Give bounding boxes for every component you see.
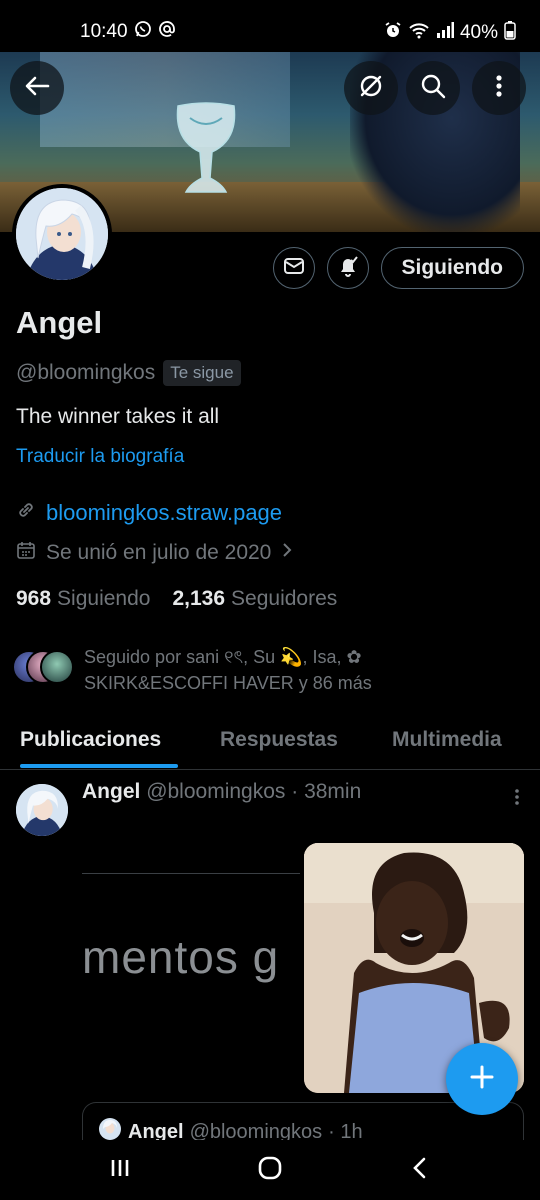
status-right-group: 40% <box>384 20 516 46</box>
chevron-right-icon <box>281 541 293 565</box>
post-more-button[interactable] <box>514 786 520 812</box>
home-icon <box>257 1155 283 1186</box>
following-stat[interactable]: 968 Siguiendo <box>16 587 150 611</box>
followed-by-avatars <box>12 650 74 684</box>
mini-avatar <box>40 650 74 684</box>
profile-handle: @bloomingkos <box>16 361 156 384</box>
post-header: Angel @bloomingkos · 38min <box>82 780 361 804</box>
tab-publicaciones[interactable]: Publicaciones <box>20 728 161 752</box>
post-author[interactable]: Angel <box>82 780 140 803</box>
status-time-group: 10:40 <box>80 20 176 44</box>
post-time: · 38min <box>291 780 362 803</box>
more-vertical-icon <box>495 74 503 103</box>
chevron-left-icon <box>411 1156 429 1185</box>
post-text: mentos g <box>82 931 280 983</box>
followers-count: 2,136 <box>172 587 226 610</box>
search-icon <box>420 73 446 104</box>
followed-by-row[interactable]: Seguido por sani ୧ৎ, Su 💫, Isa, ✿ SKIRK&… <box>12 644 504 696</box>
wifi-icon <box>408 21 430 45</box>
notifications-button[interactable] <box>326 247 369 289</box>
more-vertical-icon <box>514 786 520 811</box>
profile-avatar[interactable] <box>12 184 112 284</box>
followers-label: Seguidores <box>231 587 338 610</box>
more-options-button[interactable] <box>472 61 526 115</box>
following-count: 968 <box>16 587 52 610</box>
follows-you-badge: Te sigue <box>163 360 241 386</box>
following-label: Siguiendo <box>57 587 151 610</box>
compose-button[interactable] <box>446 1043 518 1115</box>
grok-icon <box>358 73 384 104</box>
post-divider <box>82 873 300 874</box>
android-nav-bar <box>0 1140 540 1200</box>
banner-window <box>40 52 290 147</box>
plus-icon <box>469 1064 495 1095</box>
profile-actions: Siguiendo <box>272 247 524 289</box>
joined-row[interactable]: Se unió en julio de 2020 <box>16 540 293 566</box>
bell-check-icon <box>336 254 360 283</box>
banner-glass <box>176 102 236 193</box>
status-time: 10:40 <box>80 21 128 42</box>
at-icon <box>158 20 176 44</box>
following-button[interactable]: Siguiendo <box>380 247 524 289</box>
status-bar: 10:40 40% <box>0 0 540 52</box>
calendar-icon <box>16 540 36 566</box>
recent-apps-button[interactable] <box>100 1154 140 1186</box>
followed-by-text: Seguido por sani ୧ৎ, Su 💫, Isa, ✿ SKIRK&… <box>84 647 372 693</box>
follow-stats: 968 Siguiendo 2,136 Seguidores <box>16 587 337 611</box>
active-tab-indicator <box>20 764 178 768</box>
followers-stat[interactable]: 2,136 Seguidores <box>172 587 337 611</box>
translate-bio-link[interactable]: Traducir la biografía <box>16 446 184 468</box>
search-button[interactable] <box>406 61 460 115</box>
message-button[interactable] <box>272 247 315 289</box>
tab-respuestas[interactable]: Respuestas <box>220 728 338 752</box>
profile-tabs: Publicaciones Respuestas Multimedia <box>0 712 540 770</box>
post-avatar[interactable] <box>16 784 68 836</box>
link-icon <box>16 500 36 526</box>
grok-button[interactable] <box>344 61 398 115</box>
tab-multimedia[interactable]: Multimedia <box>392 728 502 752</box>
arrow-left-icon <box>24 75 50 102</box>
profile-name: Angel <box>16 305 103 340</box>
signal-icon <box>436 22 454 44</box>
back-button[interactable] <box>10 61 64 115</box>
post-handle[interactable]: @bloomingkos <box>146 780 285 803</box>
mail-icon <box>283 256 305 281</box>
back-nav-button[interactable] <box>400 1154 440 1186</box>
whatsapp-icon <box>134 20 152 44</box>
alarm-icon <box>384 21 402 45</box>
battery-text: 40% <box>459 22 498 43</box>
handle-row: @bloomingkos Te sigue <box>16 360 241 386</box>
joined-date: Se unió en julio de 2020 <box>46 541 272 564</box>
home-button[interactable] <box>250 1154 290 1186</box>
recent-apps-icon <box>108 1157 132 1184</box>
website-link[interactable]: bloomingkos.straw.page <box>46 500 282 526</box>
battery-icon <box>504 20 516 46</box>
profile-bio: The winner takes it all <box>16 405 220 428</box>
website-row: bloomingkos.straw.page <box>16 500 282 526</box>
